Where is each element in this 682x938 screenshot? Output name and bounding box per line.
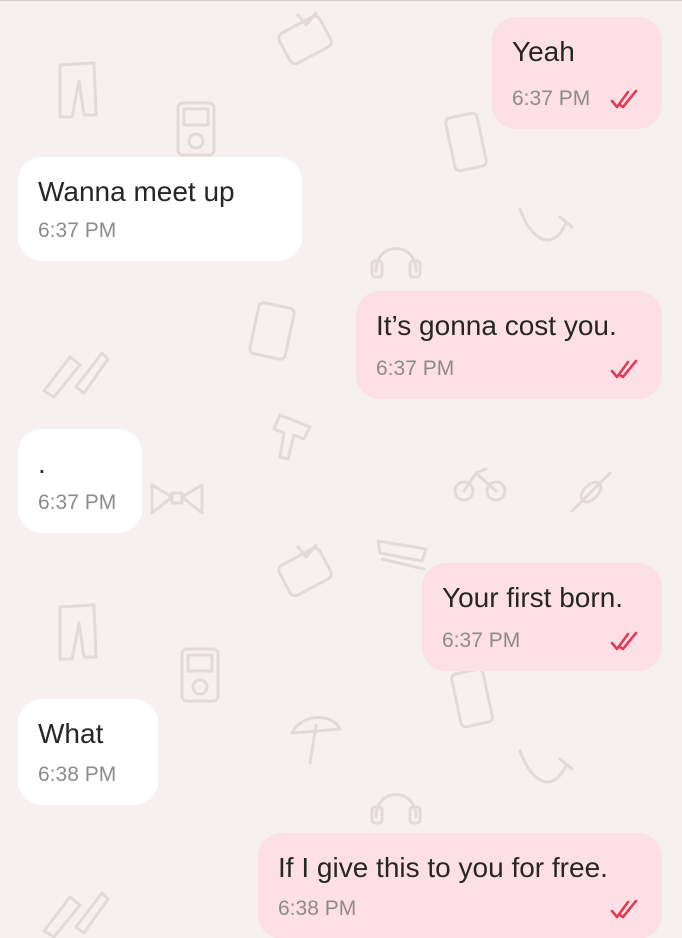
- message-text: .: [38, 448, 46, 479]
- candy-icon: [570, 471, 612, 513]
- outgoing-message-bubble[interactable]: Your first born. 6:37 PM: [422, 563, 662, 671]
- message-timestamp: 6:37 PM: [38, 491, 117, 514]
- tv-icon: [277, 11, 333, 65]
- saxophone-icon: [518, 207, 574, 242]
- message-text: It’s gonna cost you.: [376, 310, 617, 341]
- mp3-player-icon: [180, 647, 220, 703]
- outgoing-message-bubble[interactable]: It’s gonna cost you. 6:37 PM: [356, 291, 662, 399]
- drill-icon: [272, 413, 312, 461]
- incoming-message-bubble[interactable]: . 6:37 PM: [18, 429, 142, 533]
- tv-icon: [277, 543, 333, 597]
- message-text: Wanna meet up: [38, 176, 235, 207]
- message-timestamp: 6:38 PM: [38, 763, 117, 786]
- message-text: Yeah: [512, 36, 575, 67]
- message-timestamp: 6:37 PM: [512, 87, 591, 110]
- gameboy-icon: [248, 301, 296, 361]
- bicycle-icon: [453, 467, 507, 502]
- umbrella-icon: [290, 716, 342, 765]
- message-timestamp: 6:38 PM: [278, 897, 357, 920]
- message-timestamp: 6:37 PM: [38, 219, 117, 242]
- message-timestamp: 6:37 PM: [376, 357, 455, 380]
- message-text: If I give this to you for free.: [278, 852, 608, 883]
- pants-icon: [58, 61, 98, 119]
- pliers-icon: [42, 351, 110, 399]
- read-double-check-icon: [610, 89, 640, 111]
- incoming-message-bubble[interactable]: What 6:38 PM: [18, 699, 158, 805]
- read-double-check-icon: [610, 631, 640, 653]
- headphones-icon: [370, 247, 422, 279]
- phone-icon: [450, 667, 494, 729]
- message-timestamp: 6:37 PM: [442, 629, 521, 652]
- phone-icon: [444, 111, 488, 173]
- bow-tie-icon: [150, 483, 204, 515]
- headphones-icon: [370, 793, 422, 825]
- pliers-icon: [42, 891, 110, 938]
- read-double-check-icon: [610, 359, 640, 381]
- chat-window: Yeah 6:37 PM Wanna meet up 6:37 PM It’s …: [0, 0, 682, 938]
- outgoing-message-bubble[interactable]: If I give this to you for free. 6:38 PM: [258, 833, 662, 938]
- shoes-icon: [376, 539, 428, 571]
- read-double-check-icon: [610, 899, 640, 921]
- incoming-message-bubble[interactable]: Wanna meet up 6:37 PM: [18, 157, 302, 261]
- message-text: Your first born.: [442, 582, 624, 613]
- pants-icon: [58, 603, 98, 661]
- message-text: What: [38, 718, 104, 749]
- mp3-player-icon: [176, 101, 216, 157]
- saxophone-icon: [518, 749, 574, 784]
- outgoing-message-bubble[interactable]: Yeah 6:37 PM: [492, 17, 662, 129]
